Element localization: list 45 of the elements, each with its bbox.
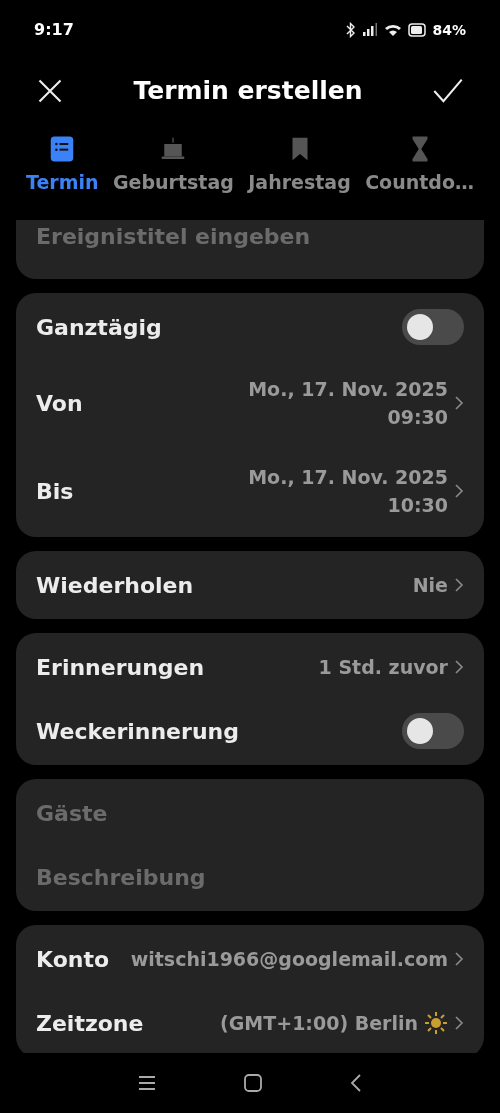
field-placeholder[interactable]: Beschreibung [36, 860, 206, 894]
time-value: 10:30 [387, 493, 448, 518]
date-value: Mo., 17. Nov. 2025 [248, 465, 448, 490]
title-field[interactable]: Ereignistitel eingeben [16, 220, 484, 279]
sun-icon [424, 1011, 448, 1035]
tab[interactable]: Jahrestag [248, 134, 351, 220]
row-label: Von [36, 389, 83, 418]
chevron-icon [454, 483, 464, 499]
field-placeholder: Ereignistitel eingeben [36, 223, 311, 251]
field-placeholder[interactable]: Gäste [36, 796, 108, 830]
row-label: Weckerinnerung [36, 717, 239, 746]
toggle-switch[interactable] [402, 713, 464, 749]
row-label: Konto [36, 945, 110, 974]
close-icon[interactable] [36, 77, 64, 105]
window-title: Termin erstellen [133, 75, 363, 108]
row-value: witschi1966@googlemail.com [130, 946, 448, 972]
status-time: 9:17 [34, 19, 74, 41]
chevron-icon [454, 1015, 464, 1031]
tab[interactable]: Countdo… [365, 134, 474, 220]
battery-icon [408, 23, 427, 37]
time-value: 09:30 [387, 405, 448, 430]
row-label: Bis [36, 477, 74, 506]
chevron-icon [454, 395, 464, 411]
chevron-icon [454, 659, 464, 675]
row-label: Wiederholen [36, 571, 194, 600]
row-label: Erinnerungen [36, 653, 205, 682]
chevron-icon [454, 577, 464, 593]
tab[interactable]: Termin [26, 134, 99, 220]
row-value: 1 Std. zuvor [318, 654, 448, 680]
back-icon[interactable] [349, 1073, 363, 1093]
row-value: (GMT+1:00) Berlin [220, 1010, 418, 1036]
row-value: Nie [412, 572, 448, 598]
toggle-switch[interactable] [402, 309, 464, 345]
wifi-icon [384, 23, 403, 37]
row-label: Zeitzone [36, 1009, 144, 1038]
bluetooth-icon [346, 22, 357, 38]
date-value: Mo., 17. Nov. 2025 [248, 377, 448, 402]
tab[interactable]: Geburtstag [112, 134, 234, 220]
menu-icon[interactable] [137, 1074, 157, 1092]
check-icon[interactable] [432, 77, 464, 105]
battery-level: 84% [432, 20, 466, 40]
chevron-icon [454, 951, 464, 967]
row-label: Ganztägig [36, 313, 162, 342]
signal-icon [362, 23, 379, 37]
home-icon[interactable] [243, 1073, 263, 1093]
